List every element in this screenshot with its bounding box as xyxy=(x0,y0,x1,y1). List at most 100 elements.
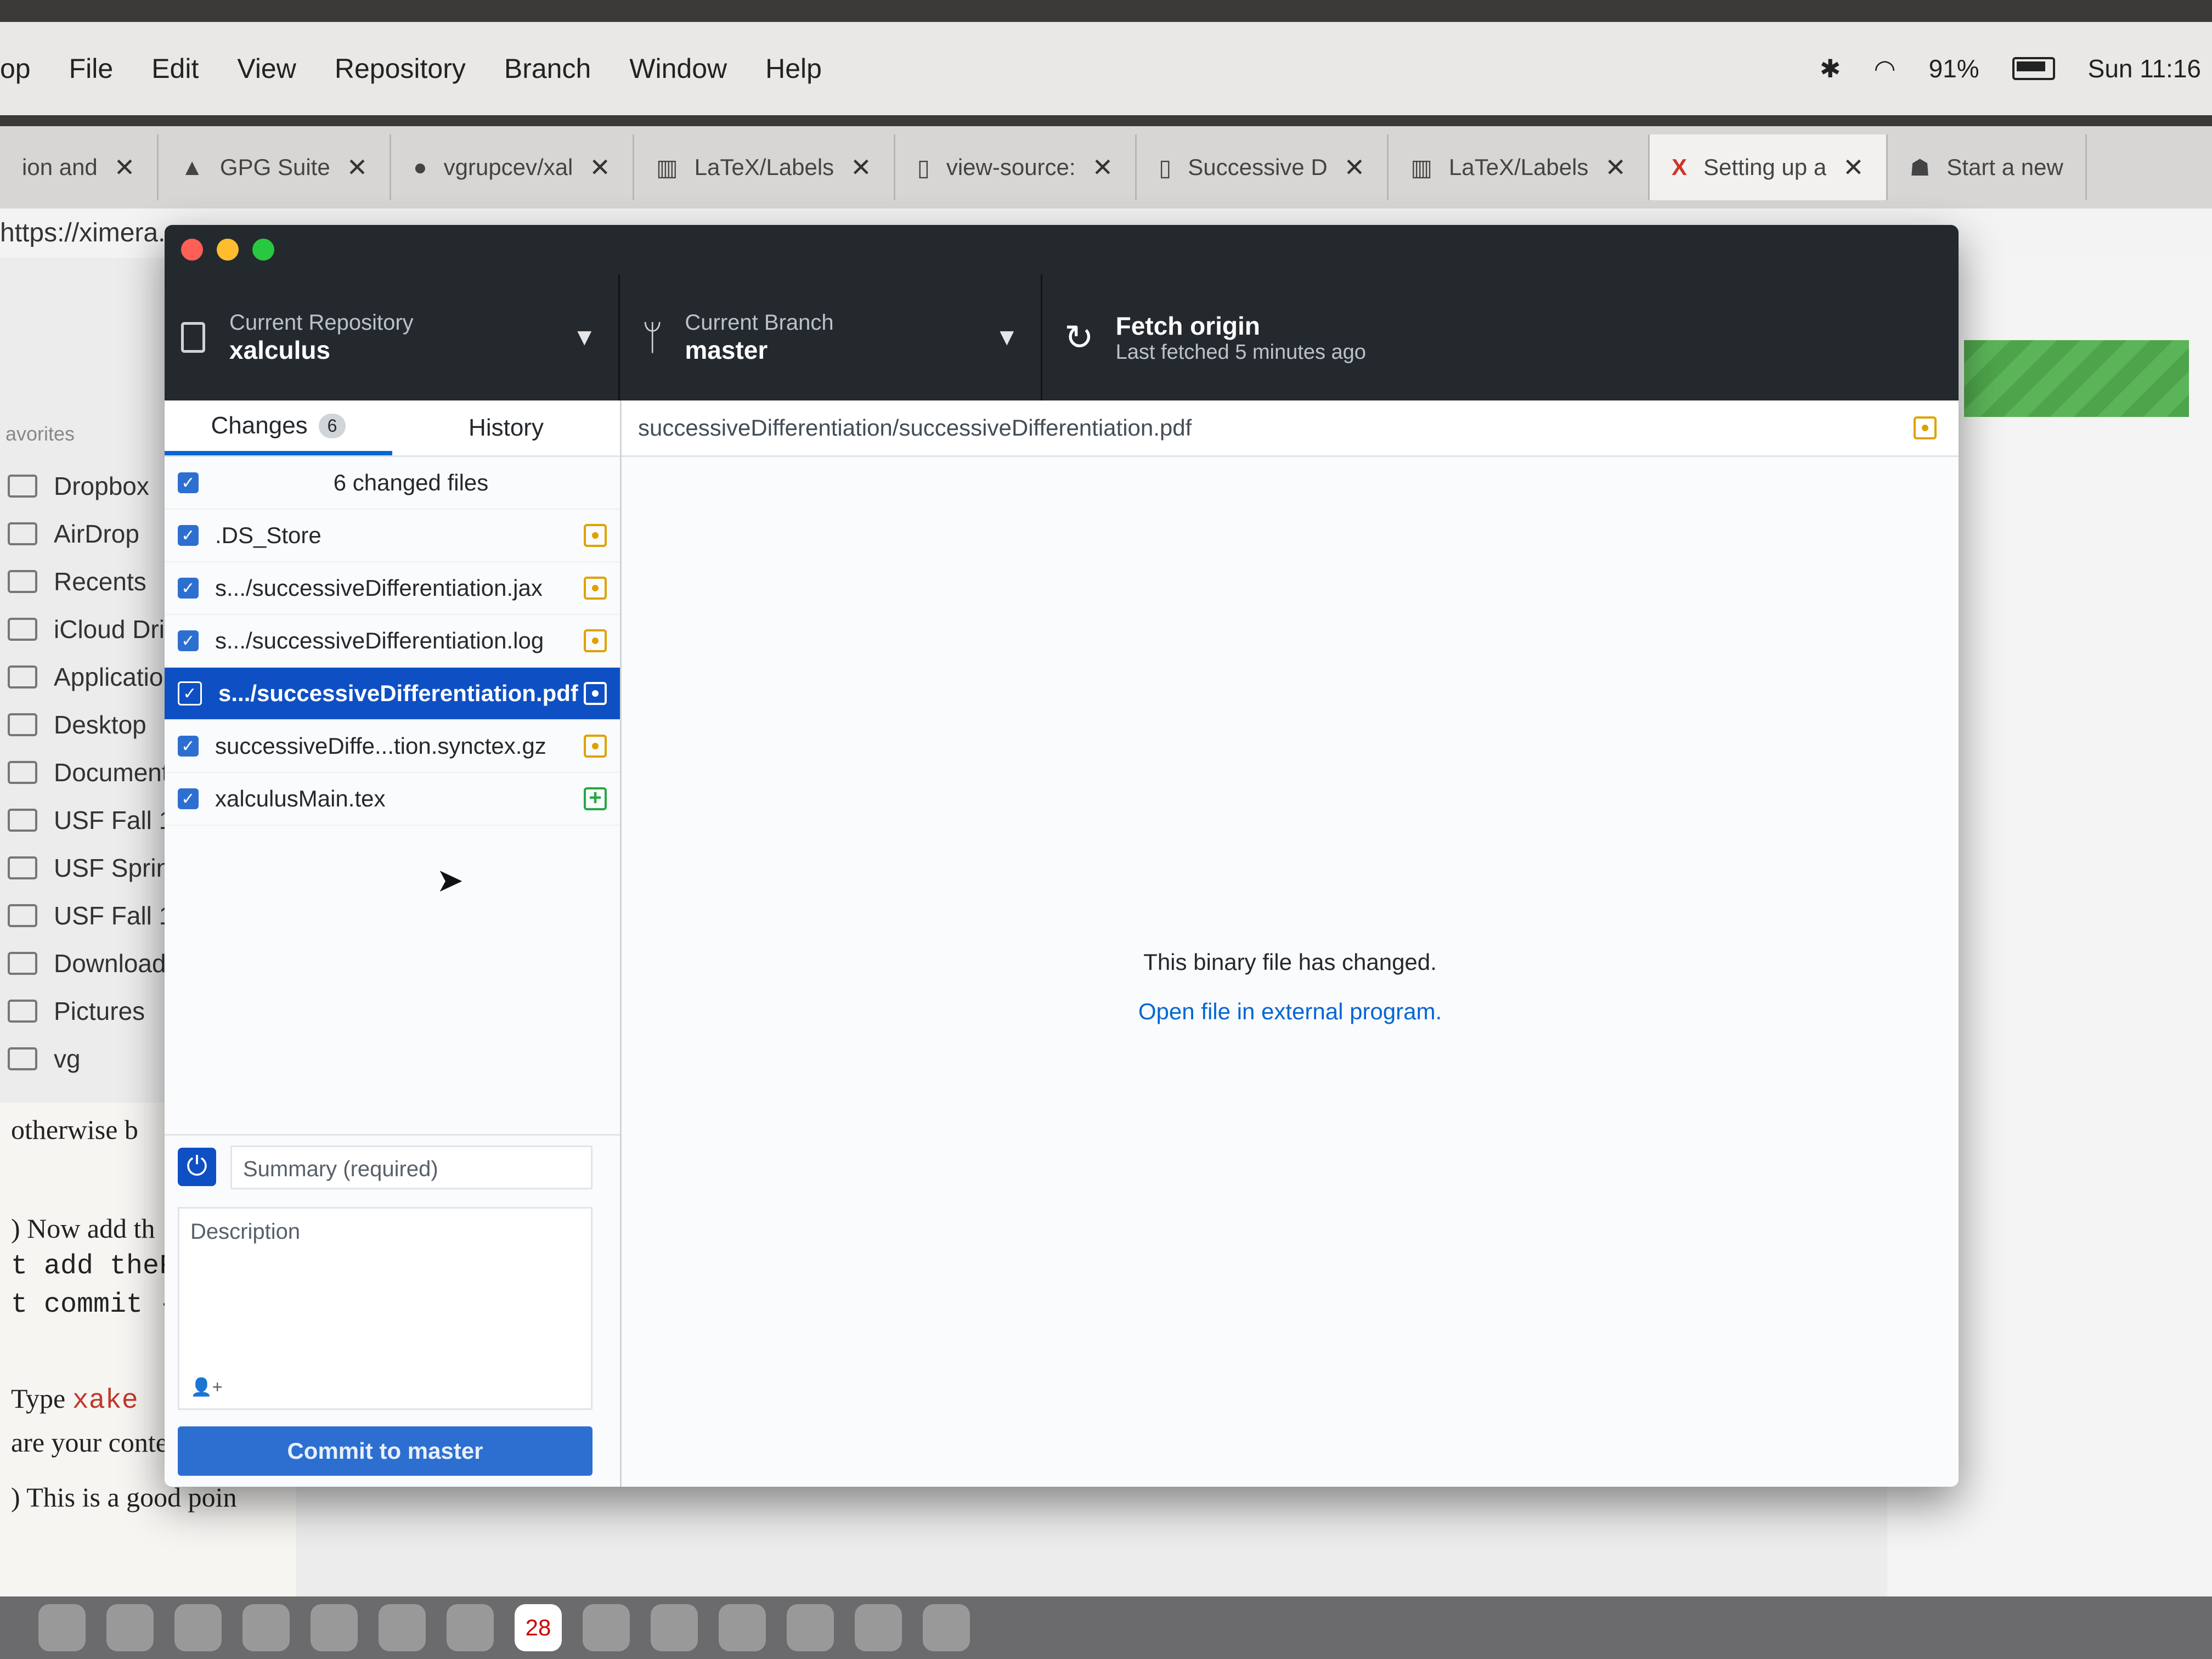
menu-repository[interactable]: Repository xyxy=(335,53,466,84)
close-icon[interactable]: ✕ xyxy=(1843,153,1864,182)
browser-tab[interactable]: ion and ✕ xyxy=(0,134,159,200)
close-icon[interactable]: ✕ xyxy=(347,153,368,182)
close-icon[interactable]: ✕ xyxy=(1605,153,1626,182)
menu-help[interactable]: Help xyxy=(765,53,822,84)
notes-icon[interactable] xyxy=(583,1604,630,1651)
tab-changes[interactable]: Changes 6 xyxy=(165,400,392,455)
excel-icon[interactable] xyxy=(855,1604,902,1651)
close-icon[interactable]: ✕ xyxy=(589,153,611,182)
sidebar-item-usf-fall-2[interactable]: USF Fall 1 xyxy=(0,891,181,939)
close-icon[interactable]: ✕ xyxy=(850,153,872,182)
sidebar-item-airdrop[interactable]: AirDrop xyxy=(0,510,181,557)
browser-tab[interactable]: ▲ GPG Suite ✕ xyxy=(159,134,392,200)
page-icon: ▯ xyxy=(917,154,930,180)
sidebar-item-home[interactable]: vg xyxy=(0,1035,181,1082)
close-icon[interactable]: ✕ xyxy=(114,153,136,182)
clock[interactable]: Sun 11:16 xyxy=(2088,54,2201,83)
browser-tab[interactable]: ▥ LaTeX/Labels ✕ xyxy=(634,134,895,200)
firefox-icon[interactable] xyxy=(242,1604,290,1651)
changed-file-row[interactable]: ✓ s.../successiveDifferentiation.log xyxy=(165,615,620,668)
branch-label: Current Branch xyxy=(685,310,834,335)
chrome-icon[interactable] xyxy=(311,1604,358,1651)
close-icon[interactable]: ✕ xyxy=(1092,153,1114,182)
desktop-icon xyxy=(8,713,37,736)
safari-icon[interactable] xyxy=(174,1604,222,1651)
download-icon xyxy=(8,951,37,975)
launchpad-icon[interactable] xyxy=(106,1604,154,1651)
sidebar-item-desktop[interactable]: Desktop xyxy=(0,701,181,748)
fetch-label: Fetch origin xyxy=(1115,311,1260,340)
changed-file-row[interactable]: ✓ successiveDiffe...tion.synctex.gz xyxy=(165,720,620,773)
current-repository-button[interactable]: Current Repository xalculus ▼ xyxy=(165,274,620,400)
menu-view[interactable]: View xyxy=(237,53,296,84)
browser-tab[interactable]: ▯ Successive D ✕ xyxy=(1137,134,1389,200)
browser-tab[interactable]: ▯ view-source: ✕ xyxy=(895,134,1137,200)
photos-icon[interactable] xyxy=(787,1604,834,1651)
reminders-icon[interactable] xyxy=(651,1604,698,1651)
changed-file-row[interactable]: ✓ .DS_Store xyxy=(165,510,620,562)
current-branch-button[interactable]: ᛘ Current Branch master ▼ xyxy=(620,274,1042,400)
sidebar-item-pictures[interactable]: Pictures xyxy=(0,987,181,1035)
close-icon[interactable]: ✕ xyxy=(1344,153,1365,182)
file-checkbox[interactable]: ✓ xyxy=(178,578,199,599)
sidebar-item-documents[interactable]: Document xyxy=(0,748,181,796)
sidebar-item-applications[interactable]: Applicatio xyxy=(0,653,181,701)
contacts-icon[interactable] xyxy=(447,1604,494,1651)
macos-menubar: op File Edit View Repository Branch Wind… xyxy=(0,22,2212,115)
sidebar-item-downloads[interactable]: Download xyxy=(0,939,181,987)
wifi-icon[interactable]: ◠ xyxy=(1874,54,1895,83)
apps-icon xyxy=(8,665,37,689)
fetch-origin-button[interactable]: ↻ Fetch origin Last fetched 5 minutes ag… xyxy=(1042,274,1959,400)
repo-icon xyxy=(181,322,205,353)
repo-name: xalculus xyxy=(229,335,331,364)
window-titlebar[interactable] xyxy=(165,225,1959,274)
sidebar-item-icloud[interactable]: iCloud Dri xyxy=(0,605,181,653)
browser-tab[interactable]: ● vgrupcev/xal ✕ xyxy=(391,134,634,200)
add-coauthor-icon[interactable]: 👤+ xyxy=(190,1376,223,1397)
description-input[interactable]: Description 👤+ xyxy=(178,1207,592,1410)
file-checkbox[interactable]: ✓ xyxy=(178,525,199,546)
preview-icon[interactable] xyxy=(379,1604,426,1651)
tab-history[interactable]: History xyxy=(392,400,620,455)
summary-input[interactable]: Summary (required) xyxy=(230,1146,592,1189)
file-checkbox[interactable]: ✓ xyxy=(178,630,199,651)
menu-file[interactable]: File xyxy=(69,53,114,84)
menu-branch[interactable]: Branch xyxy=(504,53,591,84)
changed-file-row[interactable]: ✓ s.../successiveDifferentiation.jax xyxy=(165,562,620,615)
sidebar-item-label: USF Sprin xyxy=(54,853,171,882)
sidebar-item-usf-spring[interactable]: USF Sprin xyxy=(0,844,181,891)
battery-icon[interactable] xyxy=(2012,57,2055,80)
doc-text-line: otherwise b xyxy=(11,1114,138,1145)
open-external-link[interactable]: Open file in external program. xyxy=(622,998,1959,1025)
browser-tab[interactable]: ☗ Start a new xyxy=(1888,134,2087,200)
sidebar-item-recents[interactable]: Recents xyxy=(0,557,181,605)
folder-icon xyxy=(8,856,37,879)
minimize-window-button[interactable] xyxy=(217,239,239,261)
file-checkbox[interactable]: ✓ xyxy=(178,681,202,706)
browser-tab-active[interactable]: X Setting up a ✕ xyxy=(1649,134,1888,200)
changed-file-row[interactable]: ✓ xalculusMain.tex + xyxy=(165,773,620,826)
folder-icon xyxy=(8,904,37,927)
sidebar-item-usf-fall-1[interactable]: USF Fall 1 xyxy=(0,796,181,844)
file-checkbox[interactable]: ✓ xyxy=(178,736,199,757)
word-icon[interactable] xyxy=(923,1604,970,1651)
bluetooth-icon[interactable]: ✱ xyxy=(1820,54,1841,83)
sidebar-item-dropbox[interactable]: Dropbox xyxy=(0,462,181,510)
select-all-checkbox[interactable]: ✓ xyxy=(178,472,199,493)
maximize-window-button[interactable] xyxy=(252,239,274,261)
maps-icon[interactable] xyxy=(719,1604,766,1651)
close-window-button[interactable] xyxy=(181,239,203,261)
tab-title: Setting up a xyxy=(1703,154,1827,180)
menu-app[interactable]: op xyxy=(0,53,31,84)
menu-window[interactable]: Window xyxy=(629,53,727,84)
commit-button[interactable]: Commit to master xyxy=(178,1426,592,1476)
file-checkbox[interactable]: ✓ xyxy=(178,788,199,809)
calendar-icon[interactable]: 28 xyxy=(515,1604,562,1651)
menu-edit[interactable]: Edit xyxy=(151,53,199,84)
browser-tab[interactable]: ▥ LaTeX/Labels ✕ xyxy=(1389,134,1650,200)
siri-icon[interactable] xyxy=(38,1604,86,1651)
status-area: ✱ ◠ 91% Sun 11:16 xyxy=(1820,54,2201,83)
mouse-pointer-icon: ➤ xyxy=(436,862,464,899)
changed-file-row-selected[interactable]: ✓ s.../successiveDifferentiation.pdf xyxy=(165,668,620,720)
file-name: s.../successiveDifferentiation.pdf xyxy=(218,680,578,706)
